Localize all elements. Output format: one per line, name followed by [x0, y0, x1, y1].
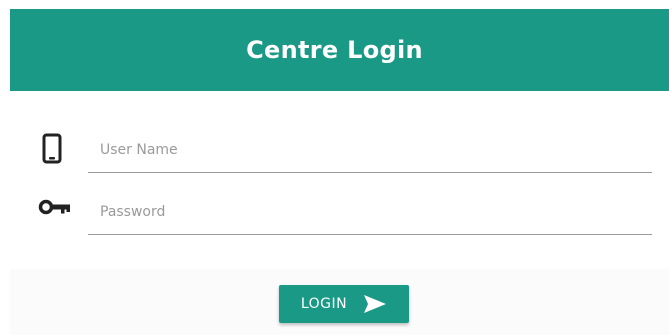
username-row — [10, 127, 669, 187]
username-input[interactable] — [88, 127, 652, 173]
login-button[interactable]: LOGIN — [279, 285, 409, 323]
key-icon — [37, 195, 77, 229]
login-header: Centre Login — [10, 9, 669, 91]
mobile-phone-icon — [37, 133, 77, 167]
login-footer: LOGIN — [10, 269, 669, 335]
login-card: Centre Login User Name LOGIN — [10, 9, 669, 335]
password-input[interactable] — [88, 189, 652, 235]
login-button-label: LOGIN — [300, 296, 348, 312]
page-title: Centre Login — [246, 36, 423, 64]
login-form — [10, 91, 669, 269]
send-arrow-icon — [364, 295, 387, 313]
password-row — [10, 189, 669, 249]
